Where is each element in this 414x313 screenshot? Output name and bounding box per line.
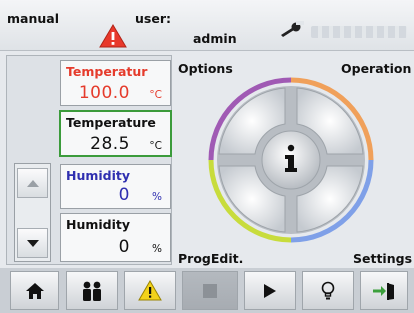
mode-label: manual [7,11,59,26]
alarm-button[interactable] [124,271,176,310]
sensor-box-humidity-setpoint[interactable]: Humidity 0 % [60,164,171,209]
sensor-unit: % [152,243,162,255]
sensor-box-temperature-actual[interactable]: Temperature 28.5 °C [59,110,172,157]
user-name: admin [193,31,237,46]
stop-icon [203,283,217,298]
lightbulb-icon [321,281,335,299]
bottom-toolbar [0,268,414,313]
arrow-up-icon [26,179,39,187]
wrench-icon[interactable] [279,20,305,38]
start-button[interactable] [244,271,296,310]
scroll-arrows [14,163,51,262]
menu-label-progedit[interactable]: ProgEdit. [178,251,243,266]
sensor-box-humidity-actual[interactable]: Humidity 0 % [60,213,171,262]
exit-icon [373,282,394,300]
navigation-dial [208,77,374,243]
logout-button[interactable] [360,271,408,310]
users-button[interactable] [66,271,118,310]
scroll-down-button[interactable] [17,228,48,258]
home-icon [25,282,44,299]
users-icon [83,281,101,301]
scroll-up-button[interactable] [17,168,48,198]
warning-icon [138,280,162,301]
sensor-unit: °C [149,89,162,101]
sensor-value: 0 [118,185,130,205]
sensor-label: Humidity [66,168,131,183]
header-bar: manual user: admin [0,0,414,51]
sensor-label: Humidity [66,217,131,232]
sensor-value: 100.0 [78,83,130,103]
light-button[interactable] [302,271,354,310]
sensor-box-temperatur-setpoint[interactable]: Temperatur 100.0 °C [60,60,171,106]
home-button[interactable] [10,271,59,310]
sensor-value: 0 [118,237,130,257]
arrow-down-icon [26,239,39,247]
play-icon [264,283,276,298]
user-label: user: [135,11,171,26]
sensor-unit: % [152,191,162,203]
stop-button[interactable] [182,271,238,310]
sensor-label: Temperatur [66,64,148,79]
user-selector[interactable] [311,26,407,38]
sensor-unit: °C [149,140,162,152]
sensor-value: 28.5 [90,134,130,154]
warning-triangle-icon[interactable] [98,23,128,49]
sensor-label: Temperature [66,115,156,130]
menu-label-settings[interactable]: Settings [353,251,412,266]
